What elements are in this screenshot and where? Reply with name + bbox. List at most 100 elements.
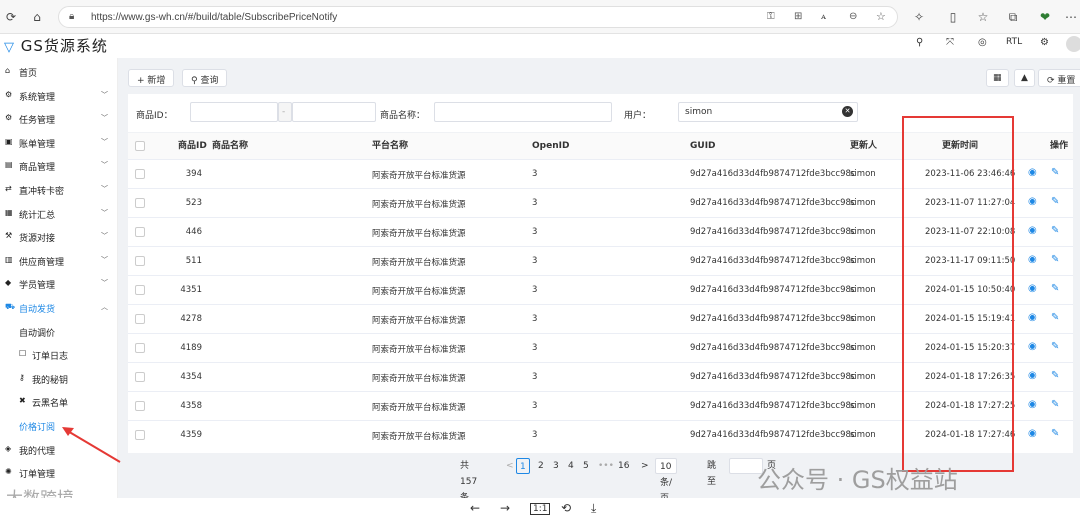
edit-pencil-icon[interactable]: ✎ <box>1051 196 1059 207</box>
view-eye-icon[interactable]: ◉ <box>1028 283 1037 294</box>
settings-gear-icon[interactable]: ⚙ <box>1040 37 1049 48</box>
back-arrow-icon[interactable]: ← <box>470 501 480 515</box>
globe-icon[interactable]: ◎ <box>978 37 987 48</box>
view-eye-icon[interactable]: ◉ <box>1028 254 1037 265</box>
row-checkbox[interactable] <box>135 256 145 266</box>
page-number[interactable]: 2 <box>538 458 544 474</box>
sidebar-subitem[interactable]: ☐ 订单日志 <box>0 343 118 366</box>
sidebar-item[interactable]: ◆ 学员管理 ﹀ <box>0 272 118 295</box>
clear-icon[interactable]: ✕ <box>842 106 853 117</box>
reset-button[interactable]: ⟳ 重置 <box>1038 69 1080 87</box>
actual-size-icon[interactable]: 1:1 <box>530 503 551 515</box>
row-checkbox[interactable] <box>135 430 145 440</box>
platform-cell: 阿索奇开放平台标准货源 <box>372 403 466 413</box>
sidebar-item[interactable]: ⚒ 货源对接 ﹀ <box>0 225 118 248</box>
forward-arrow-icon[interactable]: → <box>500 501 510 515</box>
collapse-button[interactable]: ▲ <box>1014 69 1035 87</box>
openid-cell: 3 <box>532 314 538 324</box>
row-checkbox[interactable] <box>135 198 145 208</box>
row-checkbox[interactable] <box>135 343 145 353</box>
product-name-input[interactable] <box>434 102 612 122</box>
rtl-toggle[interactable]: RTL <box>1006 37 1022 47</box>
sidebar-item[interactable]: ⚙ 任务管理 ﹀ <box>0 107 118 130</box>
apps-icon[interactable]: ⊞ <box>794 11 802 22</box>
view-eye-icon[interactable]: ◉ <box>1028 370 1037 381</box>
collections-icon[interactable]: ⧉ <box>1004 8 1022 26</box>
sidebar-subitem[interactable]: ⚷ 我的秘钥 <box>0 367 118 390</box>
sidebar-item-label: 首页 <box>19 69 38 79</box>
edit-pencil-icon[interactable]: ✎ <box>1051 341 1059 352</box>
sidebar-subitem[interactable]: ✖ 云黑名单 <box>0 390 118 413</box>
edit-pencil-icon[interactable]: ✎ <box>1051 428 1059 439</box>
refresh-icon: ⟳ <box>1047 76 1055 86</box>
row-checkbox[interactable] <box>135 314 145 324</box>
view-eye-icon[interactable]: ◉ <box>1028 341 1037 352</box>
more-icon[interactable]: ⋯ <box>1062 8 1080 26</box>
edit-pencil-icon[interactable]: ✎ <box>1051 225 1059 236</box>
sidebar-item[interactable]: ⛟ 自动发货 ︿ <box>0 296 118 319</box>
search-button[interactable]: ⚲ 查询 <box>182 69 228 87</box>
page-number[interactable]: 3 <box>553 458 559 474</box>
sidebar-item[interactable]: ⌂ 首页 <box>0 60 118 83</box>
view-eye-icon[interactable]: ◉ <box>1028 167 1037 178</box>
key-icon[interactable]: ⚿ <box>767 11 775 22</box>
address-bar[interactable]: 🔒︎ https://www.gs-wh.cn/#/build/table/Su… <box>58 6 898 28</box>
edit-pencil-icon[interactable]: ✎ <box>1051 399 1059 410</box>
download-icon[interactable]: ⤓ <box>591 501 596 516</box>
product-id-min-input[interactable] <box>190 102 278 122</box>
edit-pencil-icon[interactable]: ✎ <box>1051 283 1059 294</box>
page-number[interactable]: 1 <box>516 458 530 474</box>
product-id-max-input[interactable] <box>292 102 376 122</box>
rotate-icon[interactable]: ⟲ <box>561 501 571 515</box>
read-aloud-icon[interactable]: ꭺ <box>821 11 826 22</box>
view-eye-icon[interactable]: ◉ <box>1028 196 1037 207</box>
view-eye-icon[interactable]: ◉ <box>1028 312 1037 323</box>
guid-cell: 9d27a416d33d4fb9874712fde3bcc98c <box>690 198 856 208</box>
edit-pencil-icon[interactable]: ✎ <box>1051 167 1059 178</box>
row-checkbox[interactable] <box>135 372 145 382</box>
prev-page-icon[interactable]: < <box>506 458 514 474</box>
page-size-select[interactable]: 10 条/页 <box>655 458 678 504</box>
add-button[interactable]: + 新增 <box>128 69 175 87</box>
column-settings-button[interactable]: ▦ <box>986 69 1009 87</box>
pagination-ellipsis[interactable]: ••• <box>598 458 614 474</box>
view-eye-icon[interactable]: ◉ <box>1028 399 1037 410</box>
view-eye-icon[interactable]: ◉ <box>1028 428 1037 439</box>
page-number[interactable]: 16 <box>618 458 629 474</box>
edit-pencil-icon[interactable]: ✎ <box>1051 312 1059 323</box>
row-checkbox[interactable] <box>135 401 145 411</box>
select-all-checkbox[interactable] <box>135 141 145 151</box>
sidebar-item[interactable]: ▦ 统计汇总 ﹀ <box>0 202 118 225</box>
favorites-icon[interactable]: ☆ <box>974 8 992 26</box>
extensions-icon[interactable]: ✧ <box>910 8 928 26</box>
sidebar-item-icon: ◈ <box>5 443 12 453</box>
page-number[interactable]: 4 <box>568 458 574 474</box>
home-icon[interactable]: ⌂ <box>28 8 46 26</box>
subitem-icon: ☐ <box>19 349 27 359</box>
avatar[interactable] <box>1066 36 1080 52</box>
row-checkbox[interactable] <box>135 285 145 295</box>
chevron-down-icon: ﹀ <box>101 255 108 264</box>
updater-cell: simon <box>850 227 876 237</box>
next-page-icon[interactable]: > <box>641 458 649 474</box>
sidebar-item[interactable]: ▥ 供应商管理 ﹀ <box>0 249 118 272</box>
row-checkbox[interactable] <box>135 169 145 179</box>
edit-pencil-icon[interactable]: ✎ <box>1051 254 1059 265</box>
page-number[interactable]: 5 <box>583 458 589 474</box>
row-checkbox[interactable] <box>135 227 145 237</box>
favorite-star-icon[interactable]: ☆ <box>876 10 886 23</box>
sidebar-item[interactable]: ▤ 商品管理 ﹀ <box>0 154 118 177</box>
fullscreen-icon[interactable]: ⤧ <box>946 37 954 48</box>
view-eye-icon[interactable]: ◉ <box>1028 225 1037 236</box>
sidebar-item[interactable]: ⚙ 系统管理 ﹀ <box>0 84 118 107</box>
reload-icon[interactable]: ⟳ <box>2 8 20 26</box>
user-input[interactable]: simon ✕ <box>678 102 858 122</box>
browser-essentials-icon[interactable]: ❤ <box>1036 8 1054 26</box>
split-screen-icon[interactable]: ▯ <box>944 8 962 26</box>
sidebar-item[interactable]: ⇄ 直冲转卡密 ﹀ <box>0 178 118 201</box>
sidebar-subitem[interactable]: 自动调价 <box>0 320 118 343</box>
edit-pencil-icon[interactable]: ✎ <box>1051 370 1059 381</box>
search-icon[interactable]: ⚲ <box>916 37 923 48</box>
zoom-icon[interactable]: ⊖ <box>849 11 857 22</box>
sidebar-item[interactable]: ▣ 账单管理 ﹀ <box>0 131 118 154</box>
